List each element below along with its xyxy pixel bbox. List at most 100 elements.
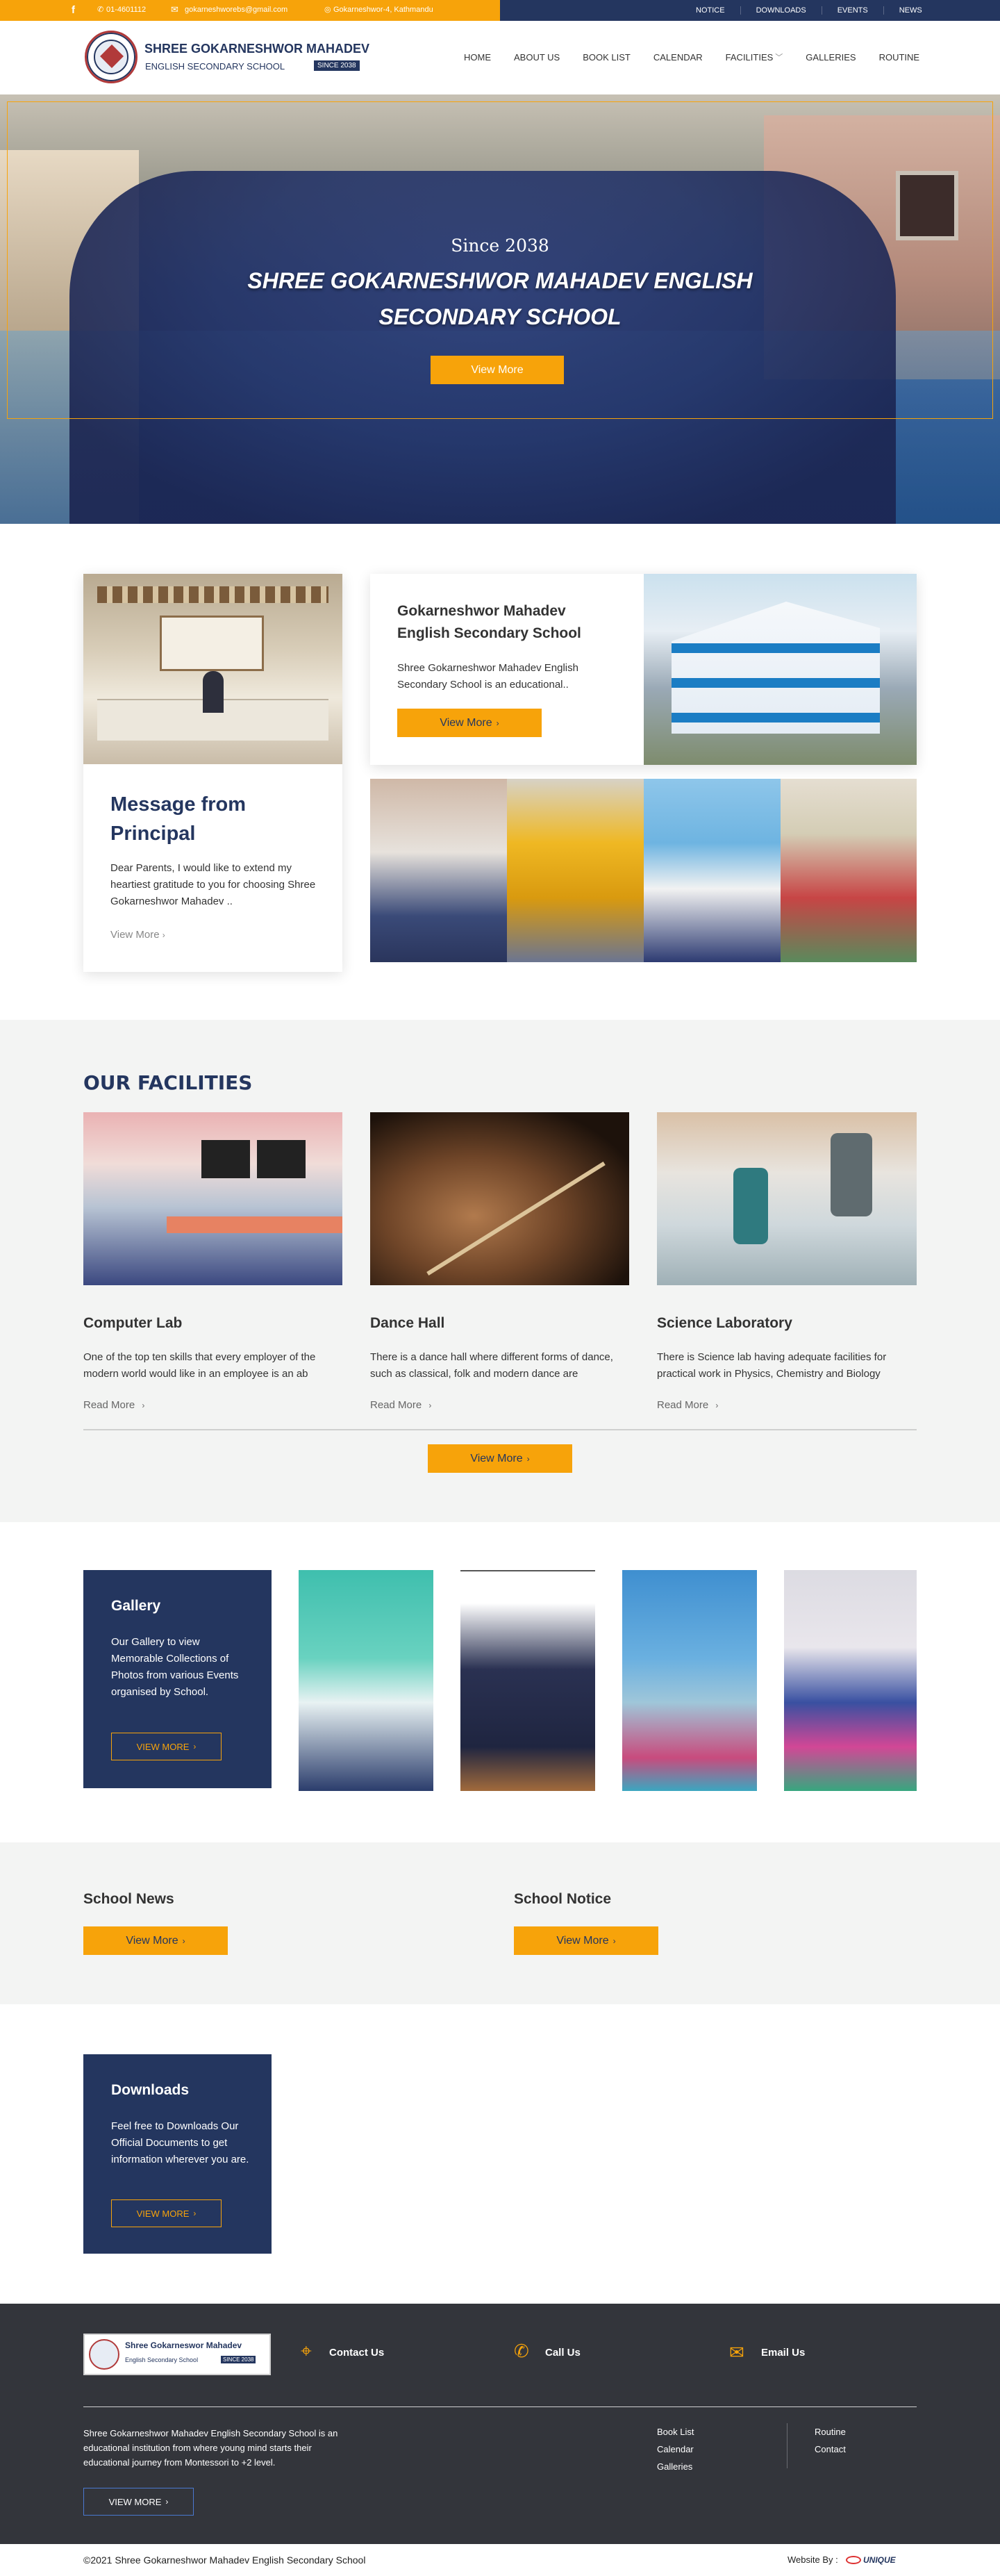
footer: Shree Gokarneswor Mahadev English Second… [0, 2304, 1000, 2544]
facilities-view-more-button[interactable]: View More › [428, 1444, 572, 1473]
footer-email-us[interactable]: Email Us [761, 2347, 805, 2359]
vendor-logo[interactable]: UNIQUE [846, 2551, 908, 2569]
header: SHREE GOKARNESHWOR MAHADEV ENGLISH SECON… [0, 21, 1000, 94]
phone-text[interactable]: 01-4601112 [106, 6, 146, 14]
read-more-label: Read More [370, 1399, 422, 1411]
footer-link-contact[interactable]: Contact [815, 2441, 846, 2458]
footer-about-text: Shree Gokarneshwor Mahadev English Secon… [83, 2428, 338, 2468]
facility-read-more-dance-hall[interactable]: Read More › [370, 1399, 431, 1411]
principal-view-more-link[interactable]: View More › [110, 929, 165, 941]
downloads-title: Downloads [111, 2082, 190, 2098]
chevron-down-icon[interactable]: ﹀ [775, 51, 783, 63]
footer-view-more-button[interactable]: VIEW MORE › [83, 2488, 194, 2516]
facility-title-computer-lab: Computer Lab [83, 1315, 183, 1331]
principal-view-more-label: View More [110, 929, 160, 941]
facility-text-computer-lab: One of the top ten skills that every emp… [83, 1351, 316, 1380]
about-view-more-label: View More [440, 716, 492, 729]
nav-about[interactable]: ABOUT US [514, 52, 560, 63]
hero-banner: Since 2038 SHREE GOKARNESHWOR MAHADEV EN… [0, 94, 1000, 524]
chevron-right-icon: › [162, 930, 165, 940]
students-smiling-photo [644, 779, 781, 962]
facilities-divider [83, 1429, 917, 1430]
facebook-icon[interactable]: f [72, 4, 75, 16]
principal-card: Message from Principal Dear Parents, I w… [83, 574, 342, 972]
chevron-right-icon: › [193, 2208, 197, 2218]
phone-icon: ✆ [97, 6, 104, 14]
footer-links-col1: Book List Calendar Galleries [657, 2423, 694, 2475]
nav-facilities[interactable]: FACILITIES [726, 52, 774, 63]
footer-call-us[interactable]: Call Us [545, 2347, 581, 2359]
gallery-photo-3[interactable] [622, 1570, 757, 1791]
read-more-label: Read More [657, 1399, 709, 1411]
news-view-more-label: View More [126, 1934, 178, 1947]
footer-link-routine[interactable]: Routine [815, 2423, 846, 2441]
nav-home[interactable]: HOME [464, 52, 491, 63]
facilities-view-more-label: View More [470, 1452, 523, 1464]
location-icon: ◎ [324, 6, 331, 14]
news-view-more-button[interactable]: View More › [83, 1926, 228, 1955]
email-text[interactable]: gokarneshworebs@gmail.com [185, 6, 288, 14]
chevron-right-icon: › [496, 718, 499, 728]
chevron-right-icon: › [428, 1401, 432, 1410]
about-text: Shree Gokarneshwor Mahadev English Secon… [397, 662, 578, 691]
facility-title-science-lab: Science Laboratory [657, 1315, 792, 1331]
classroom-kids-photo [781, 779, 917, 962]
notice-view-more-label: View More [556, 1934, 609, 1947]
address-text: Gokarneshwor-4, Kathmandu [333, 6, 433, 14]
footer-links-separator [787, 2423, 788, 2468]
vendor-name: UNIQUE [863, 2555, 896, 2565]
top-link-notice[interactable]: NOTICE [681, 6, 741, 15]
email-icon: ✉ [171, 4, 178, 15]
nav-booklist[interactable]: BOOK LIST [583, 52, 631, 63]
hero-view-more-button[interactable]: View More [431, 356, 564, 384]
chevron-right-icon: › [182, 1935, 185, 1946]
principal-title-line2: Principal [110, 823, 196, 845]
footer-links-col2: Routine Contact [815, 2423, 846, 2458]
about-title-line1: Gokarneshwor Mahadev [397, 603, 566, 619]
top-link-downloads[interactable]: DOWNLOADS [741, 6, 822, 15]
footer-link-calendar[interactable]: Calendar [657, 2441, 694, 2458]
chevron-right-icon: › [715, 1401, 719, 1410]
nav-galleries[interactable]: GALLERIES [806, 52, 856, 63]
nav-routine[interactable]: ROUTINE [879, 52, 920, 63]
school-subname: ENGLISH SECONDARY SCHOOL [145, 61, 285, 72]
vendor-logo-swoosh [846, 2556, 861, 2564]
top-links: NOTICE DOWNLOADS EVENTS NEWS [681, 0, 938, 21]
footer-contact-us[interactable]: Contact Us [329, 2347, 384, 2359]
website-by-text: Website By : [788, 2554, 838, 2565]
footer-link-booklist[interactable]: Book List [657, 2423, 694, 2441]
footer-logo-badge: SINCE 2038 [221, 2356, 256, 2363]
facilities-heading: OUR FACILITIES [83, 1071, 253, 1094]
computer-lab-photo [83, 1112, 342, 1285]
about-building-photo [644, 574, 917, 765]
gallery-photo-1[interactable] [299, 1570, 433, 1791]
principal-photo [83, 574, 342, 764]
downloads-view-more-label: VIEW MORE [136, 2208, 190, 2219]
footer-link-galleries[interactable]: Galleries [657, 2458, 694, 2475]
nav-calendar[interactable]: CALENDAR [653, 52, 703, 63]
activity-photos [370, 779, 917, 962]
facility-read-more-science-lab[interactable]: Read More › [657, 1399, 718, 1411]
gallery-view-more-label: VIEW MORE [136, 1741, 190, 1752]
facility-text-dance-hall: There is a dance hall where different fo… [370, 1351, 613, 1380]
school-notice-title: School Notice [514, 1891, 612, 1907]
school-logo[interactable] [85, 31, 138, 83]
footer-logo[interactable]: Shree Gokarneswor Mahadev English Second… [83, 2334, 271, 2375]
notice-view-more-button[interactable]: View More › [514, 1926, 658, 1955]
downloads-text: Feel free to Downloads Our Official Docu… [111, 2120, 249, 2165]
gallery-photo-4[interactable] [784, 1570, 917, 1791]
facility-read-more-computer-lab[interactable]: Read More › [83, 1399, 144, 1411]
about-card: Gokarneshwor Mahadev English Secondary S… [370, 574, 917, 765]
facility-text-science-lab: There is Science lab having adequate fac… [657, 1351, 887, 1380]
gallery-view-more-button[interactable]: VIEW MORE › [111, 1733, 222, 1760]
gallery-photo-2[interactable] [460, 1570, 595, 1791]
about-view-more-button[interactable]: View More › [397, 709, 542, 737]
downloads-view-more-button[interactable]: VIEW MORE › [111, 2199, 222, 2227]
hero-title-line1: SHREE GOKARNESHWOR MAHADEV ENGLISH [247, 268, 753, 293]
top-link-events[interactable]: EVENTS [822, 6, 884, 15]
top-bar: f ✆ 01-4601112 ✉ gokarneshworebs@gmail.c… [0, 0, 1000, 21]
hero-title-line2: SECONDARY SCHOOL [378, 304, 622, 329]
top-link-news[interactable]: NEWS [884, 6, 938, 15]
about-title-line2: English Secondary School [397, 625, 581, 641]
gallery-title: Gallery [111, 1598, 161, 1614]
